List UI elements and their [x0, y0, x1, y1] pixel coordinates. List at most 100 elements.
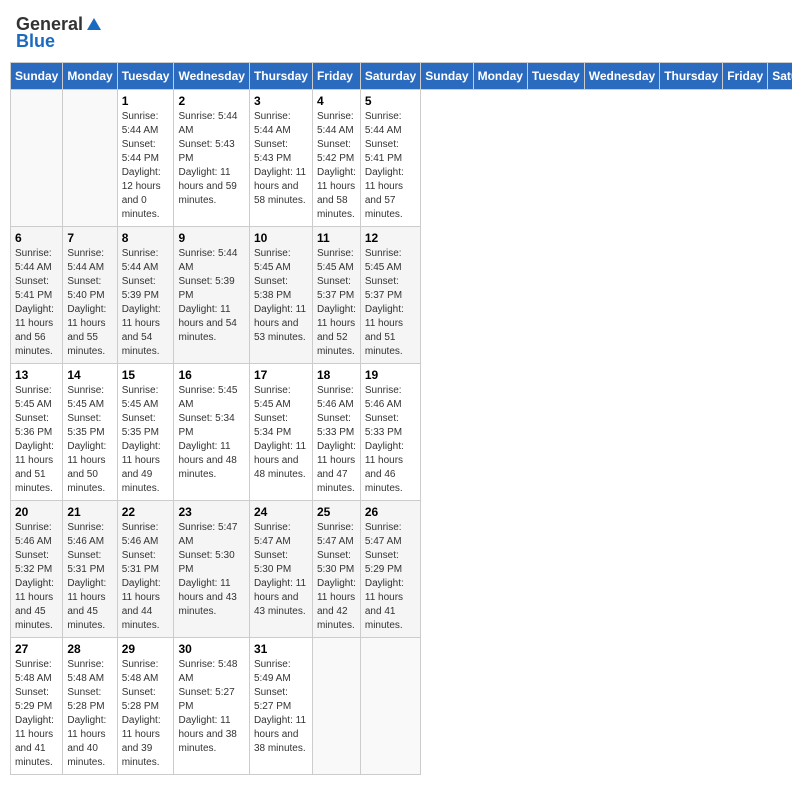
- calendar-cell: 9 Sunrise: 5:44 AMSunset: 5:39 PMDaylight…: [174, 227, 249, 364]
- calendar-cell: [11, 90, 63, 227]
- day-number: 5: [365, 94, 416, 108]
- day-number: 28: [67, 642, 112, 656]
- day-info: Sunrise: 5:45 AMSunset: 5:37 PMDaylight:…: [365, 247, 416, 359]
- day-number: 27: [15, 642, 58, 656]
- day-number: 29: [122, 642, 170, 656]
- day-info: Sunrise: 5:44 AMSunset: 5:40 PMDaylight:…: [67, 247, 112, 359]
- calendar-week-row: 13 Sunrise: 5:45 AMSunset: 5:36 PMDayligh…: [11, 364, 792, 501]
- calendar-header-row: SundayMondayTuesdayWednesdayThursdayFrid…: [11, 63, 792, 90]
- calendar-week-row: 6 Sunrise: 5:44 AMSunset: 5:41 PMDaylight…: [11, 227, 792, 364]
- day-number: 12: [365, 231, 416, 245]
- day-info: Sunrise: 5:48 AMSunset: 5:27 PMDaylight:…: [178, 658, 244, 756]
- day-number: 16: [178, 368, 244, 382]
- weekday-header-cell: Friday: [723, 63, 768, 90]
- day-info: Sunrise: 5:45 AMSunset: 5:37 PMDaylight:…: [317, 247, 356, 359]
- day-info: Sunrise: 5:45 AMSunset: 5:34 PMDaylight:…: [254, 384, 308, 482]
- day-number: 8: [122, 231, 170, 245]
- day-info: Sunrise: 5:45 AMSunset: 5:34 PMDaylight:…: [178, 384, 244, 482]
- day-info: Sunrise: 5:46 AMSunset: 5:33 PMDaylight:…: [317, 384, 356, 496]
- calendar-cell: 17 Sunrise: 5:45 AMSunset: 5:34 PMDayligh…: [249, 364, 312, 501]
- page-header: General Blue: [10, 10, 782, 56]
- calendar-cell: 12 Sunrise: 5:45 AMSunset: 5:37 PMDayligh…: [360, 227, 420, 364]
- day-info: Sunrise: 5:47 AMSunset: 5:29 PMDaylight:…: [365, 521, 416, 633]
- day-number: 9: [178, 231, 244, 245]
- calendar-cell: 1 Sunrise: 5:44 AMSunset: 5:44 PMDaylight…: [117, 90, 174, 227]
- calendar-week-row: 27Sunrise: 5:48 AMSunset: 5:29 PMDayligh…: [11, 638, 792, 775]
- day-number: 30: [178, 642, 244, 656]
- calendar-cell: [63, 90, 117, 227]
- day-info: Sunrise: 5:48 AMSunset: 5:28 PMDaylight:…: [122, 658, 170, 770]
- day-number: 31: [254, 642, 308, 656]
- day-info: Sunrise: 5:46 AMSunset: 5:31 PMDaylight:…: [122, 521, 170, 633]
- day-number: 21: [67, 505, 112, 519]
- weekday-header: Friday: [312, 63, 360, 90]
- calendar-cell: 24 Sunrise: 5:47 AMSunset: 5:30 PMDayligh…: [249, 501, 312, 638]
- weekday-header-cell: Monday: [473, 63, 527, 90]
- day-info: Sunrise: 5:46 AMSunset: 5:32 PMDaylight:…: [15, 521, 58, 633]
- calendar-cell: 2Sunrise: 5:44 AMSunset: 5:43 PMDaylight…: [174, 90, 249, 227]
- day-info: Sunrise: 5:44 AMSunset: 5:44 PMDaylight:…: [122, 110, 170, 222]
- calendar-week-row: 20 Sunrise: 5:46 AMSunset: 5:32 PMDayligh…: [11, 501, 792, 638]
- weekday-header-cell: Saturday: [768, 63, 792, 90]
- day-number: 19: [365, 368, 416, 382]
- calendar-cell: 21Sunrise: 5:46 AMSunset: 5:31 PMDayligh…: [63, 501, 117, 638]
- day-number: 14: [67, 368, 112, 382]
- day-info: Sunrise: 5:46 AMSunset: 5:33 PMDaylight:…: [365, 384, 416, 496]
- calendar-cell: 8Sunrise: 5:44 AMSunset: 5:39 PMDaylight…: [117, 227, 174, 364]
- logo-icon: [85, 16, 103, 34]
- day-info: Sunrise: 5:44 AMSunset: 5:42 PMDaylight:…: [317, 110, 356, 222]
- day-info: Sunrise: 5:47 AMSunset: 5:30 PMDaylight:…: [178, 521, 244, 619]
- day-number: 15: [122, 368, 170, 382]
- day-info: Sunrise: 5:45 AMSunset: 5:36 PMDaylight:…: [15, 384, 58, 496]
- day-number: 22: [122, 505, 170, 519]
- weekday-header: Wednesday: [174, 63, 249, 90]
- day-info: Sunrise: 5:44 AMSunset: 5:43 PMDaylight:…: [254, 110, 308, 208]
- calendar-week-row: 1 Sunrise: 5:44 AMSunset: 5:44 PMDaylight…: [11, 90, 792, 227]
- calendar-cell: [312, 638, 360, 775]
- day-info: Sunrise: 5:44 AMSunset: 5:39 PMDaylight:…: [178, 247, 244, 345]
- day-number: 13: [15, 368, 58, 382]
- day-number: 20: [15, 505, 58, 519]
- calendar-cell: 15Sunrise: 5:45 AMSunset: 5:35 PMDayligh…: [117, 364, 174, 501]
- calendar-cell: 22 Sunrise: 5:46 AMSunset: 5:31 PMDayligh…: [117, 501, 174, 638]
- weekday-header: Thursday: [249, 63, 312, 90]
- calendar-cell: 5 Sunrise: 5:44 AMSunset: 5:41 PMDaylight…: [360, 90, 420, 227]
- day-info: Sunrise: 5:49 AMSunset: 5:27 PMDaylight:…: [254, 658, 308, 756]
- day-info: Sunrise: 5:44 AMSunset: 5:41 PMDaylight:…: [15, 247, 58, 359]
- calendar-table: SundayMondayTuesdayWednesdayThursdayFrid…: [10, 62, 792, 775]
- day-info: Sunrise: 5:47 AMSunset: 5:30 PMDaylight:…: [254, 521, 308, 619]
- calendar-cell: 18Sunrise: 5:46 AMSunset: 5:33 PMDayligh…: [312, 364, 360, 501]
- day-number: 24: [254, 505, 308, 519]
- day-number: 4: [317, 94, 356, 108]
- weekday-header: Saturday: [360, 63, 420, 90]
- day-number: 2: [178, 94, 244, 108]
- calendar-cell: 29 Sunrise: 5:48 AMSunset: 5:28 PMDayligh…: [117, 638, 174, 775]
- day-number: 1: [122, 94, 170, 108]
- calendar-cell: 27Sunrise: 5:48 AMSunset: 5:29 PMDayligh…: [11, 638, 63, 775]
- calendar-cell: 13 Sunrise: 5:45 AMSunset: 5:36 PMDayligh…: [11, 364, 63, 501]
- day-info: Sunrise: 5:45 AMSunset: 5:38 PMDaylight:…: [254, 247, 308, 345]
- calendar-cell: 14Sunrise: 5:45 AMSunset: 5:35 PMDayligh…: [63, 364, 117, 501]
- calendar-cell: 31 Sunrise: 5:49 AMSunset: 5:27 PMDayligh…: [249, 638, 312, 775]
- weekday-header: Tuesday: [117, 63, 174, 90]
- day-number: 17: [254, 368, 308, 382]
- day-number: 3: [254, 94, 308, 108]
- logo: General Blue: [16, 14, 103, 52]
- day-info: Sunrise: 5:47 AMSunset: 5:30 PMDaylight:…: [317, 521, 356, 633]
- calendar-cell: 23Sunrise: 5:47 AMSunset: 5:30 PMDayligh…: [174, 501, 249, 638]
- calendar-cell: 3 Sunrise: 5:44 AMSunset: 5:43 PMDaylight…: [249, 90, 312, 227]
- calendar-cell: 16 Sunrise: 5:45 AMSunset: 5:34 PMDayligh…: [174, 364, 249, 501]
- weekday-header-cell: Tuesday: [527, 63, 584, 90]
- calendar-cell: 11Sunrise: 5:45 AMSunset: 5:37 PMDayligh…: [312, 227, 360, 364]
- calendar-cell: 20 Sunrise: 5:46 AMSunset: 5:32 PMDayligh…: [11, 501, 63, 638]
- logo-blue-text: Blue: [16, 31, 55, 52]
- weekday-header-cell: Sunday: [421, 63, 473, 90]
- day-number: 10: [254, 231, 308, 245]
- day-number: 6: [15, 231, 58, 245]
- calendar-cell: 30 Sunrise: 5:48 AMSunset: 5:27 PMDayligh…: [174, 638, 249, 775]
- calendar-cell: 28Sunrise: 5:48 AMSunset: 5:28 PMDayligh…: [63, 638, 117, 775]
- weekday-header-cell: Thursday: [660, 63, 723, 90]
- day-number: 7: [67, 231, 112, 245]
- day-info: Sunrise: 5:44 AMSunset: 5:41 PMDaylight:…: [365, 110, 416, 222]
- weekday-header: Sunday: [11, 63, 63, 90]
